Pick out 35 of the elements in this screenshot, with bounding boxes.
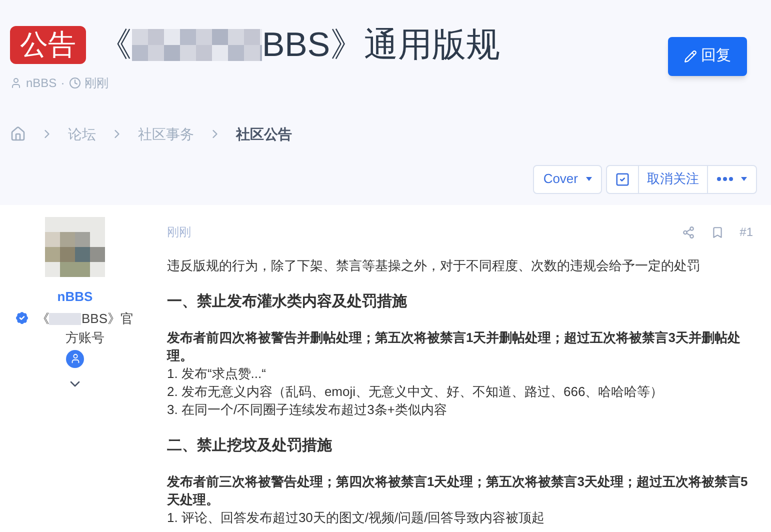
author-link[interactable]: nBBS — [26, 74, 57, 92]
caret-icon — [741, 177, 747, 181]
title-text: 《 — [98, 28, 132, 62]
user-title: 《 BBS》官方账号 — [35, 310, 134, 346]
clock-icon — [68, 76, 81, 88]
title-text: BBS》通用版规 — [262, 28, 500, 62]
section-heading: 二、禁止挖坟及处罚措施 — [167, 437, 333, 455]
post-time: 刚刚 — [167, 224, 191, 241]
caret-icon — [586, 177, 592, 181]
bookmark-icon[interactable] — [710, 226, 724, 238]
rule-item: 1. 发布“求点赞...“ — [167, 365, 267, 383]
post-time: 刚刚 — [84, 74, 109, 92]
user-icon — [10, 76, 22, 88]
separator: · — [60, 74, 65, 92]
reply-button[interactable]: 回复 — [668, 37, 747, 76]
pencil-icon — [684, 50, 697, 63]
badge-icon — [66, 350, 84, 368]
section-heading: 一、禁止发布灌水类内容及处罚措施 — [167, 293, 408, 311]
paragraph: 违反版规的行为，除了下架、禁言等基操之外，对于不同程度、次数的违规会给予一定的处罚 — [167, 257, 701, 275]
breadcrumb-link[interactable]: 社区公告 — [236, 124, 292, 144]
rule-item: 1. 评论、回答发布超过30天的图文/视频/问题/回答导致内容被顶起 — [167, 509, 546, 527]
verified-icon — [14, 310, 30, 326]
checkbox-icon — [615, 172, 630, 186]
username-link[interactable]: nBBS — [57, 287, 93, 306]
breadcrumb-link[interactable]: 论坛 — [68, 124, 96, 144]
breadcrumb-link[interactable]: 社区事务 — [138, 124, 194, 144]
post-number[interactable]: #1 — [740, 223, 753, 241]
more-icon — [717, 177, 733, 181]
cover-dropdown[interactable]: Cover — [533, 164, 602, 194]
penalty-text: 发布者前四次将被警告并删帖处理；第五次将被禁言1天并删帖处理；超过五次将被禁言3天并删帖处理。 — [167, 329, 742, 365]
announcement-badge: 公告 — [10, 26, 86, 64]
rule-item: 3. 在同一个/不同圈子连续发布超过3条+类似内容 — [167, 401, 448, 419]
share-icon[interactable] — [682, 226, 695, 238]
penalty-text: 发布者前三次将被警告处理；第四次将被禁言1天处理；第五次将被禁言3天处理；超过五次将被禁言5天处理。 — [167, 473, 749, 509]
rule-item: 2. 发布无意义内容（乱码、emoji、无意义中文、好、不知道、路过、666、哈哈哈等） — [167, 383, 664, 401]
